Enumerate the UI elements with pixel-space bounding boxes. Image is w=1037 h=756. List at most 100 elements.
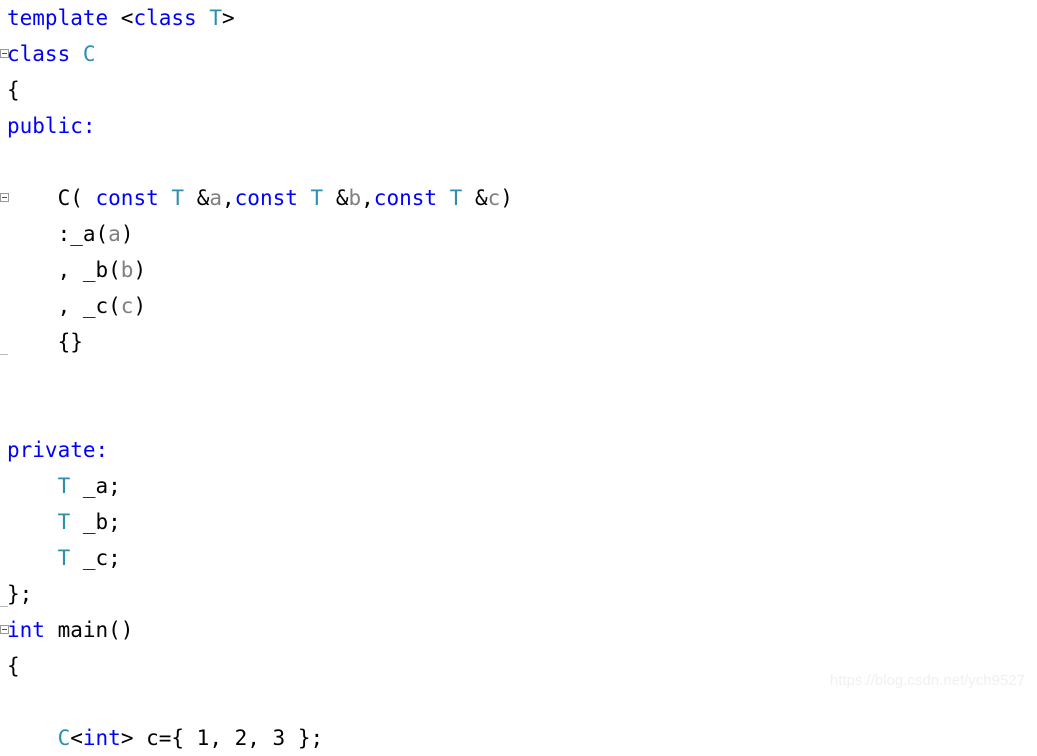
code-token-keyword: int <box>82 726 121 750</box>
code-token-parameter: c <box>487 186 501 210</box>
fold-collapse-icon[interactable] <box>0 49 9 58</box>
code-line-text: :_a(a) <box>7 222 134 246</box>
code-line-text: C<int> c={ 1, 2, 3 }; <box>7 726 324 750</box>
code-token-keyword: class <box>133 6 197 30</box>
code-token-plain: , _b( <box>57 258 121 282</box>
code-line-text: }; <box>7 582 32 606</box>
code-token-type: T <box>57 546 71 570</box>
code-line[interactable]: template <class T> <box>0 0 1037 36</box>
code-token-plain: C( <box>57 186 96 210</box>
code-token-type: T <box>57 474 71 498</box>
code-editor[interactable]: template <class T> class C{public: C( con… <box>0 0 1037 750</box>
code-token-plain: , <box>361 186 374 210</box>
code-token-type: T <box>57 510 71 534</box>
code-token-plain: _b; <box>70 510 121 534</box>
code-token-plain: > c={ 1, 2, 3 }; <box>120 726 324 750</box>
code-token-plain: ) <box>500 186 513 210</box>
code-lines-container[interactable]: template <class T> class C{public: C( con… <box>0 0 1037 756</box>
code-token-type: T <box>171 186 185 210</box>
fold-end-icon <box>0 354 8 355</box>
code-line-text: C( const T &a,const T &b,const T &c) <box>7 186 513 210</box>
code-token-keyword: const <box>373 186 438 210</box>
code-token-plain: ) <box>133 294 147 318</box>
code-line[interactable] <box>0 396 1037 432</box>
code-token-keyword: template <box>7 6 121 30</box>
code-token-type: T <box>449 186 463 210</box>
code-token-parameter: c <box>120 294 134 318</box>
code-token-parameter: b <box>348 186 362 210</box>
code-token-plain: , _c( <box>57 294 121 318</box>
code-token-plain: > <box>221 6 235 30</box>
code-line[interactable]: {} <box>0 324 1037 360</box>
code-line[interactable]: , _c(c) <box>0 288 1037 324</box>
code-line[interactable]: :_a(a) <box>0 216 1037 252</box>
code-token-keyword: public: <box>7 114 96 138</box>
code-token-plain: :_a( <box>57 222 109 246</box>
code-line[interactable]: C<int> c={ 1, 2, 3 }; <box>0 720 1037 756</box>
code-token-plain: ) <box>120 222 134 246</box>
code-line-text: { <box>7 78 20 102</box>
code-line-text: T _a; <box>7 474 121 498</box>
code-token-keyword: int <box>7 618 45 642</box>
code-line-text: , _c(c) <box>7 294 147 318</box>
code-token-plain: & <box>184 186 210 210</box>
code-line[interactable]: int main() <box>0 612 1037 648</box>
code-line[interactable]: T _c; <box>0 540 1037 576</box>
fold-collapse-icon[interactable] <box>0 193 9 202</box>
code-token-keyword: const <box>95 186 159 210</box>
code-line[interactable]: , _b(b) <box>0 252 1037 288</box>
code-token-parameter: a <box>209 186 222 210</box>
code-token-plain: { <box>7 78 20 102</box>
code-line[interactable]: C( const T &a,const T &b,const T &c) <box>0 180 1037 216</box>
code-line[interactable]: { <box>0 72 1037 108</box>
code-line[interactable] <box>0 684 1037 720</box>
code-line[interactable] <box>0 360 1037 396</box>
code-line-text: { <box>7 654 20 678</box>
code-token-keyword: private: <box>7 438 109 462</box>
code-line[interactable] <box>0 144 1037 180</box>
code-line-text: private: <box>7 438 108 462</box>
code-token-type: C <box>57 726 71 750</box>
code-token-keyword: class <box>7 42 71 66</box>
code-line[interactable]: T _b; <box>0 504 1037 540</box>
code-token-plain: , <box>222 186 235 210</box>
watermark-url: https://blog.csdn.net/ych9527 <box>829 672 1025 689</box>
code-token-plain: < <box>120 6 134 30</box>
code-token-type: C <box>82 42 96 66</box>
code-token-plain: {} <box>57 330 83 354</box>
code-token-plain: { <box>7 654 20 678</box>
code-token-plain: main() <box>44 618 134 642</box>
code-line-text: , _b(b) <box>7 258 147 282</box>
code-line[interactable]: public: <box>0 108 1037 144</box>
code-line[interactable]: private: <box>0 432 1037 468</box>
code-line-text: T _b; <box>7 510 121 534</box>
code-line[interactable]: class C <box>0 36 1037 72</box>
code-token-type: T <box>310 186 324 210</box>
fold-end-icon <box>0 606 8 607</box>
code-token-type: T <box>209 6 222 30</box>
code-line[interactable]: }; <box>0 576 1037 612</box>
code-token-plain: & <box>323 186 349 210</box>
code-token-plain: _a; <box>70 474 121 498</box>
code-token-parameter: a <box>108 222 121 246</box>
code-token-plain: }; <box>7 582 33 606</box>
code-line[interactable]: T _a; <box>0 468 1037 504</box>
code-line-text: {} <box>7 330 83 354</box>
fold-collapse-icon[interactable] <box>0 625 9 634</box>
code-token-plain: & <box>462 186 488 210</box>
